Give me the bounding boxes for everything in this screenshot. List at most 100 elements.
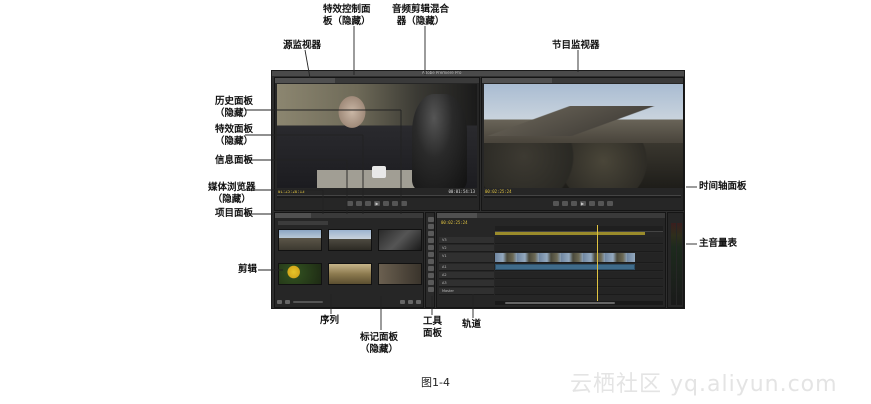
icon-view-icon[interactable] <box>285 300 290 304</box>
project-thumbnail-grid <box>278 229 422 297</box>
program-monitor-panel[interactable]: 00:02:25:24 ▶ <box>481 77 684 211</box>
program-timecode: 00:02:25:24 <box>485 189 512 194</box>
program-panel-tabs <box>482 78 683 83</box>
clip-thumbnail[interactable] <box>378 229 422 251</box>
tab-effect-controls[interactable] <box>337 78 377 83</box>
tab-info[interactable] <box>341 213 361 218</box>
person-silhouette <box>412 94 467 188</box>
track-header[interactable]: A2 <box>439 272 494 279</box>
play-icon[interactable]: ▶ <box>374 201 380 206</box>
slide-tool-icon[interactable] <box>428 266 434 271</box>
new-item-icon[interactable] <box>408 300 413 304</box>
premiere-app-screenshot: Adobe Premiere Pro 01:25:26:13 00:01:54:… <box>271 70 685 309</box>
project-search-input[interactable] <box>278 221 328 225</box>
mark-out-icon[interactable] <box>356 201 362 206</box>
clip-thumbnail[interactable] <box>378 263 422 285</box>
track-label: Master <box>442 289 454 293</box>
project-panel[interactable] <box>274 212 424 308</box>
source-scrubber[interactable] <box>277 195 477 198</box>
insert-icon[interactable] <box>392 201 398 206</box>
app-titlebar: Adobe Premiere Pro <box>272 71 684 76</box>
sequence-thumbnail[interactable] <box>328 263 372 285</box>
tab-sequence[interactable] <box>437 213 477 218</box>
list-view-icon[interactable] <box>277 300 282 304</box>
rolling-edit-tool-icon[interactable] <box>428 238 434 243</box>
callout-line-1: 工具 <box>423 316 443 327</box>
track-header[interactable]: A1 <box>439 264 494 271</box>
callout-timeline: 时间轴面板 <box>699 181 747 192</box>
callout-line-2: （隐藏） <box>212 194 251 205</box>
timeline-scrollbar[interactable] <box>495 301 663 305</box>
tab-program[interactable] <box>482 78 552 83</box>
selection-tool-icon[interactable] <box>428 217 434 222</box>
clip-thumbnail[interactable] <box>278 263 322 285</box>
tab-audio-mixer[interactable] <box>379 78 427 83</box>
program-scrubber[interactable] <box>484 195 681 198</box>
zoom-slider[interactable] <box>293 301 323 303</box>
callout-line-2: 面板 <box>423 328 443 339</box>
track-select-tool-icon[interactable] <box>428 224 434 229</box>
prg-mark-in-icon[interactable] <box>552 201 559 206</box>
cup-shape <box>372 166 386 178</box>
tab-source[interactable] <box>275 78 335 83</box>
source-timecode-in: 01:25:26:13 <box>278 189 305 194</box>
track-header[interactable]: A3 <box>439 280 494 287</box>
hand-tool-icon[interactable] <box>428 280 434 285</box>
callout-master-meter: 主音量表 <box>699 238 738 249</box>
new-bin-icon[interactable] <box>400 300 405 304</box>
razor-tool-icon[interactable] <box>428 252 434 257</box>
clip-thumbnail[interactable] <box>278 229 322 251</box>
prg-mark-out-icon[interactable] <box>561 201 568 206</box>
step-forward-icon[interactable] <box>383 201 389 206</box>
mark-in-icon[interactable] <box>347 201 353 206</box>
track-label: A3 <box>442 281 447 285</box>
pen-tool-icon[interactable] <box>428 273 434 278</box>
extract-icon[interactable] <box>606 201 613 206</box>
track-label: A2 <box>442 273 447 277</box>
track-lane[interactable] <box>495 272 663 279</box>
tab-markers[interactable] <box>389 213 409 218</box>
track-lane[interactable] <box>495 245 663 252</box>
prg-play-icon[interactable]: ▶ <box>579 201 586 206</box>
callout-line-2: （隐藏） <box>215 136 254 147</box>
prg-step-back-icon[interactable] <box>570 201 577 206</box>
tab-media-browser[interactable] <box>313 213 339 218</box>
track-lane[interactable] <box>495 237 663 244</box>
overwrite-icon[interactable] <box>401 201 407 206</box>
ripple-edit-tool-icon[interactable] <box>428 231 434 236</box>
track-header[interactable]: V1 <box>439 253 494 263</box>
track-header[interactable]: Master <box>439 288 494 295</box>
source-transport-controls: ▶ <box>277 199 477 208</box>
playhead[interactable] <box>597 225 598 305</box>
track-lane[interactable] <box>495 253 663 263</box>
trash-icon[interactable] <box>416 300 421 304</box>
work-area-bar[interactable] <box>495 232 645 235</box>
track-header[interactable]: V3 <box>439 237 494 244</box>
step-back-icon[interactable] <box>365 201 371 206</box>
slip-tool-icon[interactable] <box>428 259 434 264</box>
program-transport-controls: ▶ <box>484 199 681 208</box>
tab-project[interactable] <box>275 213 311 218</box>
track-lane[interactable] <box>495 280 663 287</box>
project-panel-tabs <box>275 213 423 218</box>
track-lane[interactable] <box>495 288 663 295</box>
callout-audio-mixer: 音频剪辑混合 器（隐藏） <box>392 4 449 28</box>
prg-step-forward-icon[interactable] <box>588 201 595 206</box>
timeline-panel[interactable]: 00:02:25:24 V3 V2 V1 A1 A2 A3 Master <box>436 212 666 308</box>
track-lane[interactable] <box>495 264 663 271</box>
callout-line-2: 器（隐藏） <box>396 16 445 27</box>
track-header[interactable]: V2 <box>439 245 494 252</box>
meter-channel-left <box>671 223 676 305</box>
clip-thumbnail[interactable] <box>328 229 372 251</box>
callout-tools: 工具 面板 <box>423 316 442 340</box>
program-video-frame <box>484 84 683 188</box>
rate-stretch-tool-icon[interactable] <box>428 245 434 250</box>
lift-icon[interactable] <box>597 201 604 206</box>
zoom-tool-icon[interactable] <box>428 287 434 292</box>
audio-clip[interactable] <box>495 264 635 270</box>
video-clip[interactable] <box>495 253 635 262</box>
tab-effects[interactable] <box>363 213 387 218</box>
source-monitor-panel[interactable]: 01:25:26:13 00:01:54:13 ▶ <box>274 77 480 211</box>
callout-media-browser: 媒体浏览器 （隐藏） <box>208 182 256 206</box>
callout-history: 历史面板 （隐藏） <box>215 96 253 120</box>
